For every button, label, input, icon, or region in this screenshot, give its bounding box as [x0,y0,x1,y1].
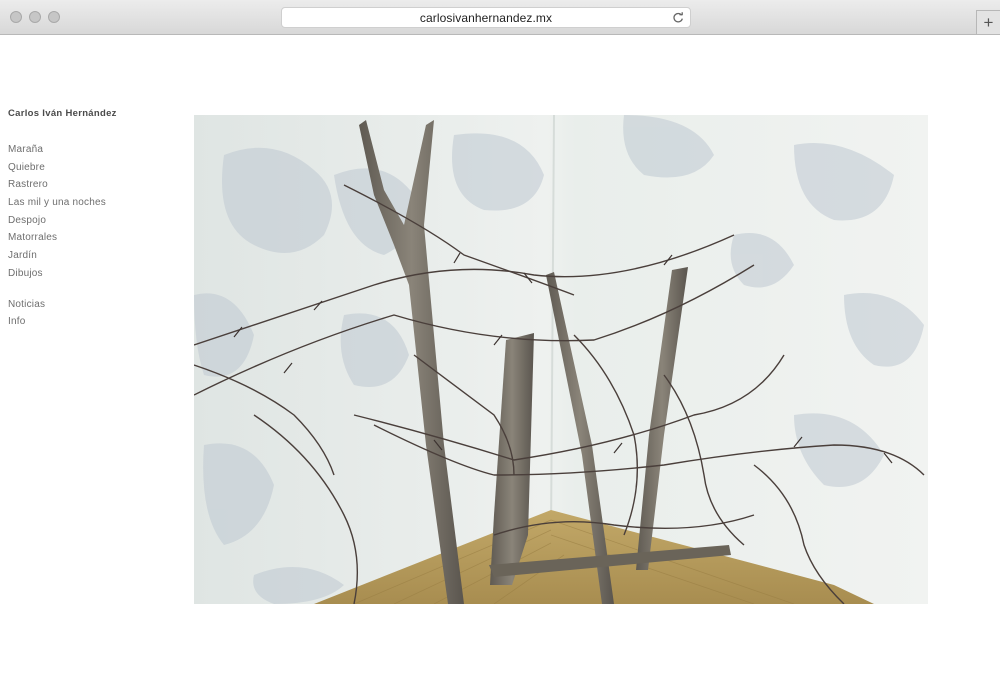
site-title: Carlos Iván Hernández [8,108,117,119]
nav-item-noticias: Noticias [8,294,178,312]
nav-link-jardin[interactable]: Jardín [8,250,37,261]
project-nav: Maraña Quiebre Rastrero Las mil y una no… [8,139,178,281]
nav-link-noticias[interactable]: Noticias [8,299,45,310]
browser-toolbar: carlosivanhernandez.mx + [0,0,1000,35]
nav-link-dibujos[interactable]: Dibujos [8,268,43,279]
plus-icon: + [983,12,994,32]
nav-link-info[interactable]: Info [8,316,25,327]
nav-item-info: Info [8,311,178,329]
nav-item-dibujos: Dibujos [8,263,178,281]
url-text: carlosivanhernandez.mx [419,10,553,25]
window-controls [10,11,60,23]
nav-link-quiebre[interactable]: Quiebre [8,162,45,173]
new-tab-button[interactable]: + [976,10,1000,34]
address-bar[interactable]: carlosivanhernandez.mx [281,7,691,28]
reload-glyph [673,11,683,22]
close-window-button[interactable] [10,11,22,23]
nav-item-rastrero: Rastrero [8,174,178,192]
nav-link-rastrero[interactable]: Rastrero [8,179,48,190]
minimize-window-button[interactable] [29,11,41,23]
nav-item-quiebre: Quiebre [8,157,178,175]
reload-icon[interactable] [670,9,686,26]
nav-link-marana[interactable]: Maraña [8,144,43,155]
nav-link-despojo[interactable]: Despojo [8,215,46,226]
nav-item-despojo: Despojo [8,210,178,228]
secondary-nav: Noticias Info [8,294,178,329]
nav-item-las-mil-y-una-noches: Las mil y una noches [8,192,178,210]
nav-link-las-mil-y-una-noches[interactable]: Las mil y una noches [8,197,106,208]
nav-item-marana: Maraña [8,139,178,157]
zoom-window-button[interactable] [48,11,60,23]
nav-link-matorrales[interactable]: Matorrales [8,232,57,243]
artwork-photo [194,115,928,604]
nav-item-matorrales: Matorrales [8,227,178,245]
sidebar: Carlos Iván Hernández Maraña Quiebre Ras… [8,108,178,329]
nav-item-jardin: Jardín [8,245,178,263]
